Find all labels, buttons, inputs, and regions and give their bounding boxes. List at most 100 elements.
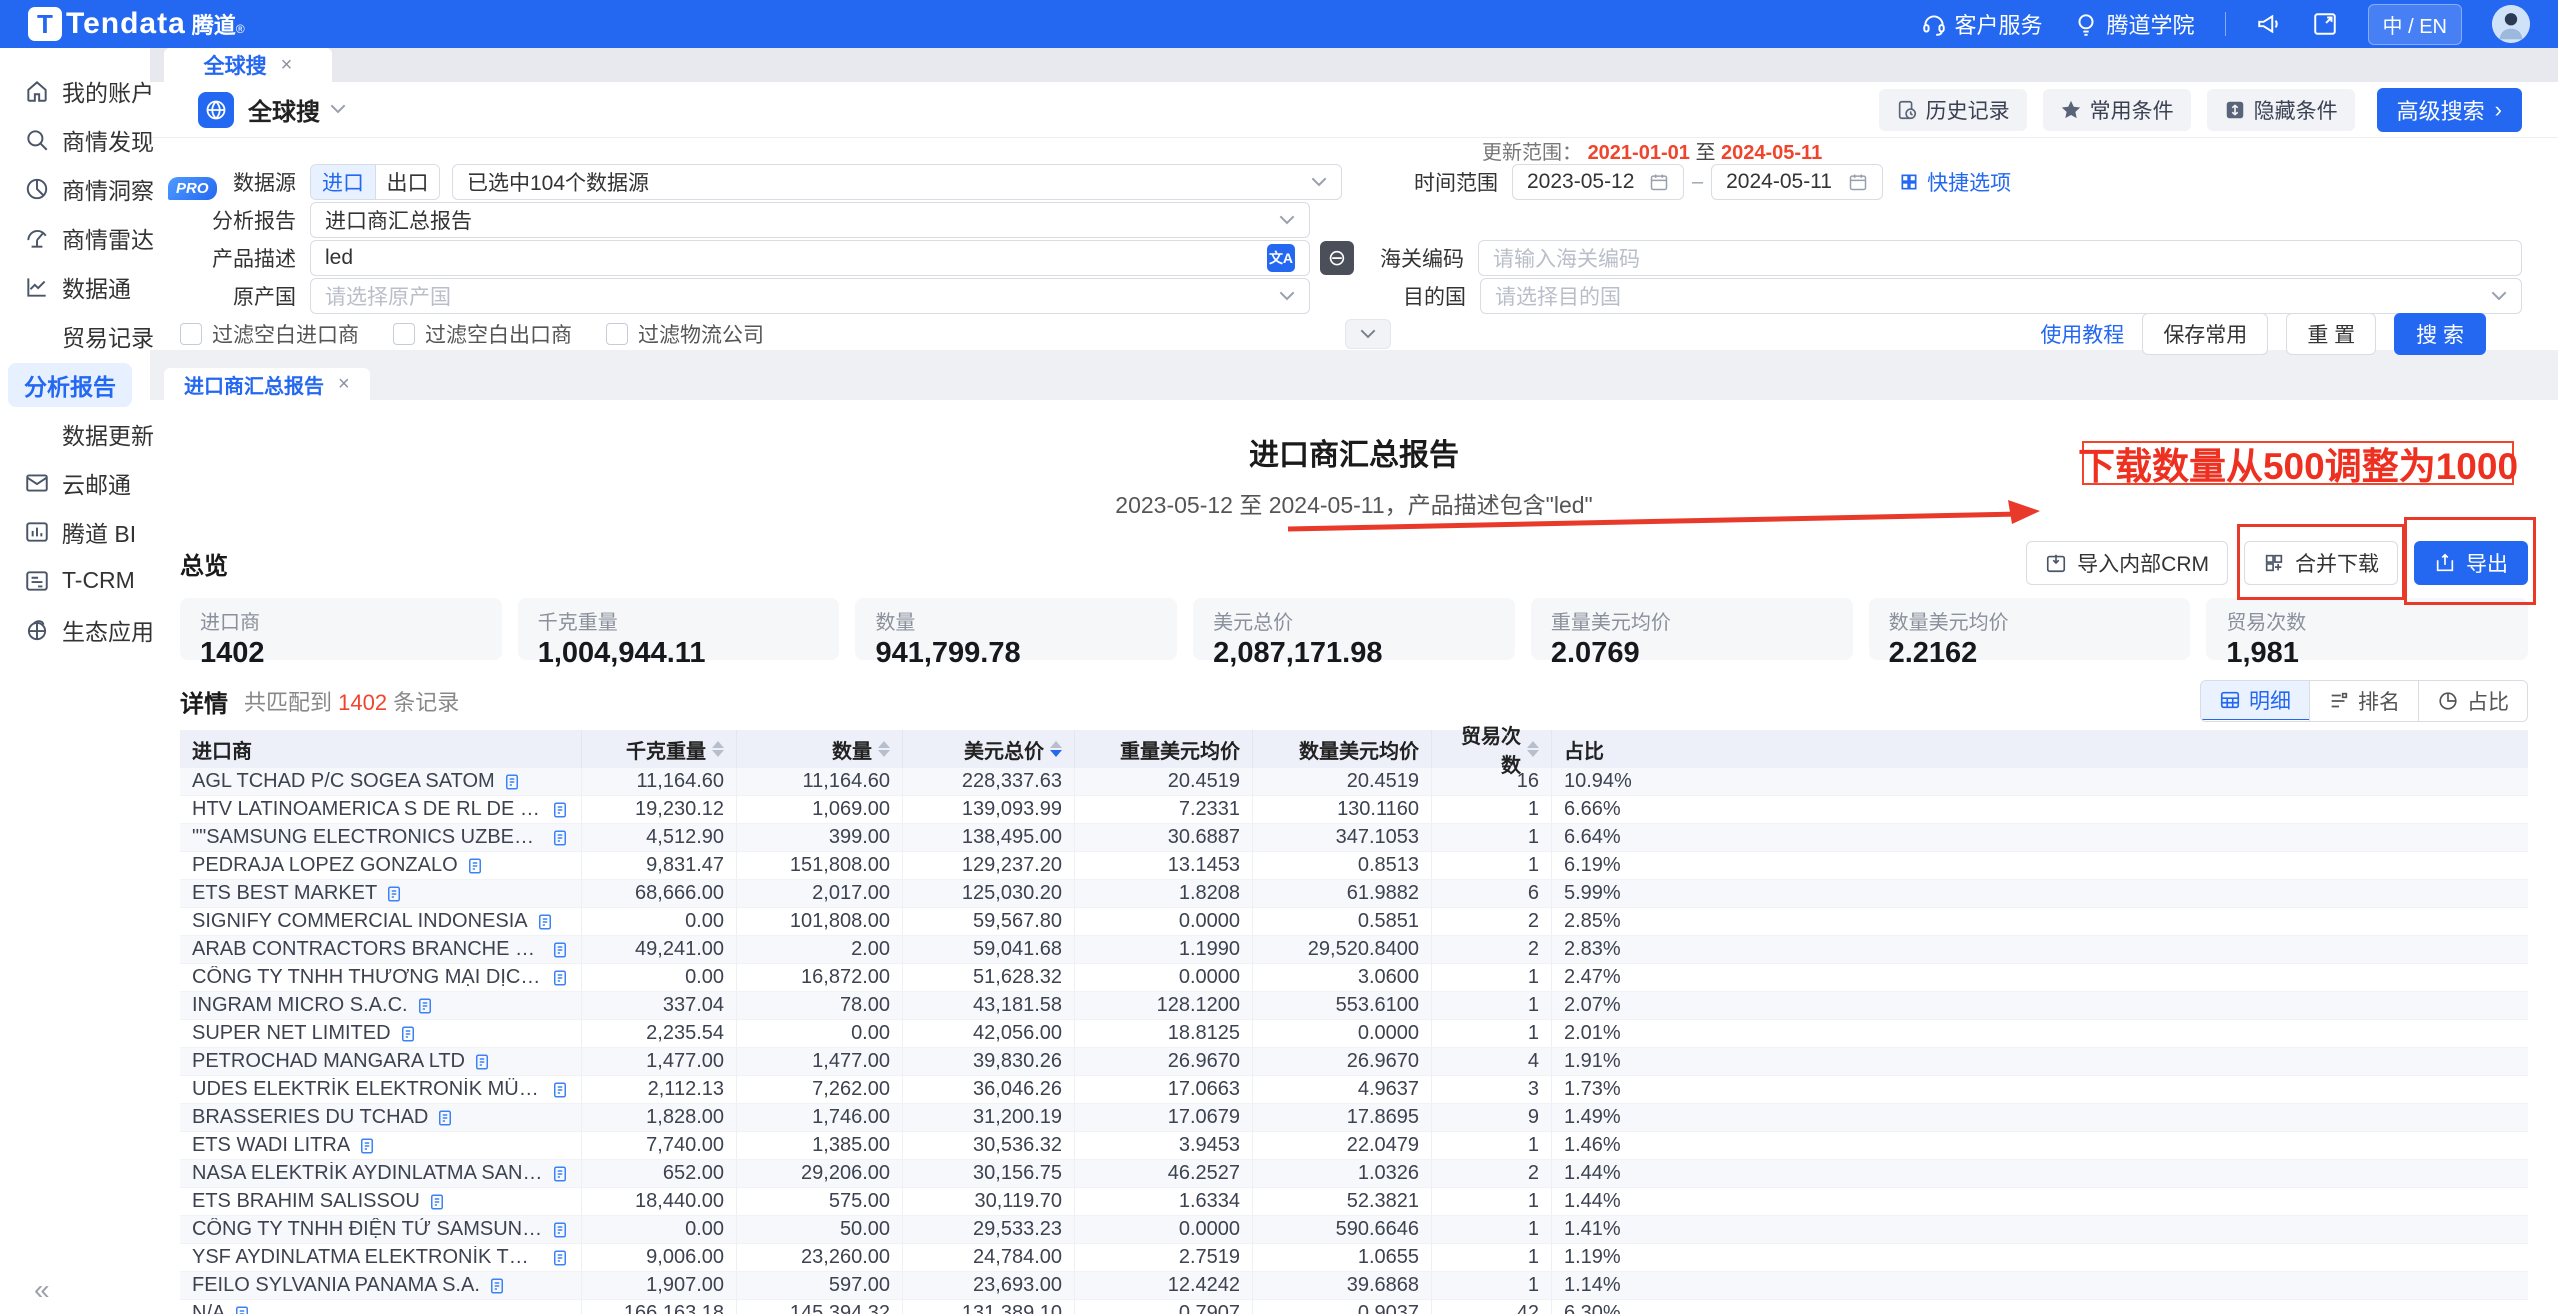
sidebar-item-tendata-bi[interactable]: 腾道 BI <box>0 507 150 556</box>
importer-name-cell[interactable]: N/A <box>180 1300 582 1314</box>
sidebar-collapse-button[interactable]: « <box>34 1274 50 1306</box>
sort-icon[interactable] <box>712 741 724 757</box>
company-profile-icon[interactable] <box>488 1277 506 1295</box>
table-row[interactable]: CÔNG TY TNHH ĐIỆN TỬ SAMSUNG HCMC CE COM… <box>180 1216 2528 1244</box>
company-profile-icon[interactable] <box>473 1053 491 1071</box>
importer-name-cell[interactable]: CÔNG TY TNHH ĐIỆN TỬ SAMSUNG HCMC CE COM… <box>180 1216 582 1243</box>
tendata-logo[interactable]: T Tendata 腾道 ® <box>28 7 245 41</box>
company-profile-icon[interactable] <box>399 1025 417 1043</box>
chevron-down-icon[interactable] <box>330 104 346 115</box>
company-profile-icon[interactable] <box>551 969 569 987</box>
tendata-academy-link[interactable]: 腾道学院 <box>2073 8 2195 40</box>
table-row[interactable]: NASA ELEKTRİK AYDINLATMA SANAYİ VE TİCAR… <box>180 1160 2528 1188</box>
advanced-search-button[interactable]: 高级搜索 › <box>2377 88 2522 132</box>
company-profile-icon[interactable] <box>551 941 569 959</box>
import-to-crm-button[interactable]: 导入内部CRM <box>2026 541 2228 585</box>
table-row[interactable]: CÔNG TY TNHH THƯƠNG MẠI DỊCH VỤ ĐIỆN MẠN… <box>180 964 2528 992</box>
importer-name-cell[interactable]: ETS BRAHIM SALISSOU <box>180 1188 582 1215</box>
date-to-input[interactable]: 2024-05-11 <box>1711 164 1883 200</box>
sidebar-item-analysis-report[interactable]: 分析报告 <box>0 360 150 409</box>
importer-name-cell[interactable]: ARAB CONTRACTORS BRANCHE DU TCHAD <box>180 936 582 963</box>
view-detail-button[interactable]: 明细 <box>2200 680 2310 720</box>
table-row[interactable]: BRASSERIES DU TCHAD 1,828.00 1,746.00 31… <box>180 1104 2528 1132</box>
col-kg-weight[interactable]: 千克重量 <box>582 730 737 768</box>
table-row[interactable]: SIGNIFY COMMERCIAL INDONESIA 0.00 101,80… <box>180 908 2528 936</box>
tab-global-search[interactable]: 全球搜 × <box>164 48 332 82</box>
datasource-select[interactable]: 已选中104个数据源 <box>452 164 1342 200</box>
view-rank-button[interactable]: 排名 <box>2309 681 2418 721</box>
table-row[interactable]: INGRAM MICRO S.A.C. 337.04 78.00 43,181.… <box>180 992 2528 1020</box>
table-row[interactable]: ETS BRAHIM SALISSOU 18,440.00 575.00 30,… <box>180 1188 2528 1216</box>
importer-name-cell[interactable]: INGRAM MICRO S.A.C. <box>180 992 582 1019</box>
table-row[interactable]: PEDRAJA LOPEZ GONZALO 9,831.47 151,808.0… <box>180 852 2528 880</box>
importer-name-cell[interactable]: SUPER NET LIMITED <box>180 1020 582 1047</box>
importer-name-cell[interactable]: PEDRAJA LOPEZ GONZALO <box>180 852 582 879</box>
table-row[interactable]: ETS BEST MARKET 68,666.00 2,017.00 125,0… <box>180 880 2528 908</box>
fullscreen-button[interactable] <box>2312 11 2338 37</box>
table-row[interactable]: YSF AYDINLATMA ELEKTRONİK TURİZM SANAYİ … <box>180 1244 2528 1272</box>
sidebar-item-eco-apps[interactable]: 生态应用 <box>0 605 150 654</box>
company-profile-icon[interactable] <box>416 997 434 1015</box>
table-row[interactable]: HTV LATINOAMERICA S DE RL DE CV 19,230.1… <box>180 796 2528 824</box>
table-row[interactable]: AGL TCHAD P/C SOGEA SATOM 11,164.60 11,1… <box>180 768 2528 796</box>
dest-country-select[interactable]: 请选择目的国 <box>1480 278 2522 314</box>
company-profile-icon[interactable] <box>551 829 569 847</box>
importer-name-cell[interactable]: SIGNIFY COMMERCIAL INDONESIA <box>180 908 582 935</box>
company-profile-icon[interactable] <box>358 1137 376 1155</box>
close-icon[interactable]: × <box>281 54 293 77</box>
translate-icon[interactable]: 文A <box>1267 244 1295 272</box>
filter-checkbox[interactable]: 过滤物流公司 <box>606 319 764 349</box>
customer-service-link[interactable]: 客户服务 <box>1921 8 2043 40</box>
company-profile-icon[interactable] <box>428 1193 446 1211</box>
search-button[interactable]: 搜 索 <box>2394 313 2486 355</box>
user-avatar[interactable] <box>2492 5 2530 43</box>
col-usd-total[interactable]: 美元总价 <box>903 730 1075 768</box>
language-switch[interactable]: 中 / EN <box>2368 4 2462 45</box>
favorite-conditions-button[interactable]: 常用条件 <box>2043 89 2191 131</box>
view-share-button[interactable]: 占比 <box>2418 681 2527 721</box>
sort-icon-active-desc[interactable] <box>1050 741 1062 757</box>
importer-name-cell[interactable]: NASA ELEKTRİK AYDINLATMA SANAYİ VE TİCAR… <box>180 1160 582 1187</box>
announcement-button[interactable] <box>2256 11 2282 37</box>
table-row[interactable]: SUPER NET LIMITED 2,235.54 0.00 42,056.0… <box>180 1020 2528 1048</box>
tutorial-link[interactable]: 使用教程 <box>2040 319 2124 349</box>
collapse-filters-button[interactable] <box>1345 319 1391 349</box>
importer-name-cell[interactable]: PETROCHAD MANGARA LTD <box>180 1048 582 1075</box>
filter-checkbox[interactable]: 过滤空白进口商 <box>180 319 359 349</box>
sidebar-item-discovery[interactable]: 商情发现 <box>0 115 150 164</box>
importer-name-cell[interactable]: FEILO SYLVANIA PANAMA S.A. <box>180 1272 582 1299</box>
sidebar-item-trade-records[interactable]: 贸易记录 <box>0 311 150 360</box>
sidebar-item-my-account[interactable]: 我的账户 <box>0 66 150 115</box>
importer-name-cell[interactable]: ""SAMSUNG ELECTRONICS UZBEKISTAN"" mas`u… <box>180 824 582 851</box>
tab-importer-summary-report[interactable]: 进口商汇总报告 × <box>164 368 370 400</box>
col-quantity[interactable]: 数量 <box>737 730 903 768</box>
origin-country-select[interactable]: 请选择原产国 <box>310 278 1310 314</box>
company-profile-icon[interactable] <box>233 1305 251 1314</box>
reset-button[interactable]: 重 置 <box>2286 313 2376 355</box>
sidebar-item-insight[interactable]: 商情洞察 PRO <box>0 164 150 213</box>
sidebar-item-t-crm[interactable]: T-CRM <box>0 556 150 605</box>
table-row[interactable]: PETROCHAD MANGARA LTD 1,477.00 1,477.00 … <box>180 1048 2528 1076</box>
company-profile-icon[interactable] <box>551 1221 569 1239</box>
table-row[interactable]: UDES ELEKTRİK ELEKTRONİK MÜHENDİSLİK SAN… <box>180 1076 2528 1104</box>
merge-download-button[interactable]: 合并下载 <box>2244 541 2398 585</box>
table-row[interactable]: FEILO SYLVANIA PANAMA S.A. 1,907.00 597.… <box>180 1272 2528 1300</box>
company-profile-icon[interactable] <box>503 773 521 791</box>
report-type-select[interactable]: 进口商汇总报告 <box>310 202 1310 238</box>
sort-icon[interactable] <box>1527 741 1539 757</box>
company-profile-icon[interactable] <box>436 1109 454 1127</box>
importer-name-cell[interactable]: BRASSERIES DU TCHAD <box>180 1104 582 1131</box>
table-row[interactable]: ETS WADI LITRA 7,740.00 1,385.00 30,536.… <box>180 1132 2528 1160</box>
sidebar-item-cloud-mail[interactable]: 云邮通 <box>0 458 150 507</box>
importer-name-cell[interactable]: YSF AYDINLATMA ELEKTRONİK TURİZM SANAYİ … <box>180 1244 582 1271</box>
importer-name-cell[interactable]: ETS BEST MARKET <box>180 880 582 907</box>
company-profile-icon[interactable] <box>385 885 403 903</box>
company-profile-icon[interactable] <box>551 1165 569 1183</box>
sort-icon[interactable] <box>878 741 890 757</box>
importer-name-cell[interactable]: HTV LATINOAMERICA S DE RL DE CV <box>180 796 582 823</box>
sidebar-item-radar[interactable]: 商情雷达 <box>0 213 150 262</box>
date-from-input[interactable]: 2023-05-12 <box>1512 164 1684 200</box>
sidebar-item-data-update[interactable]: 数据更新 <box>0 409 150 458</box>
hide-conditions-button[interactable]: 隐藏条件 <box>2207 89 2355 131</box>
table-row[interactable]: ""SAMSUNG ELECTRONICS UZBEKISTAN"" mas`u… <box>180 824 2528 852</box>
